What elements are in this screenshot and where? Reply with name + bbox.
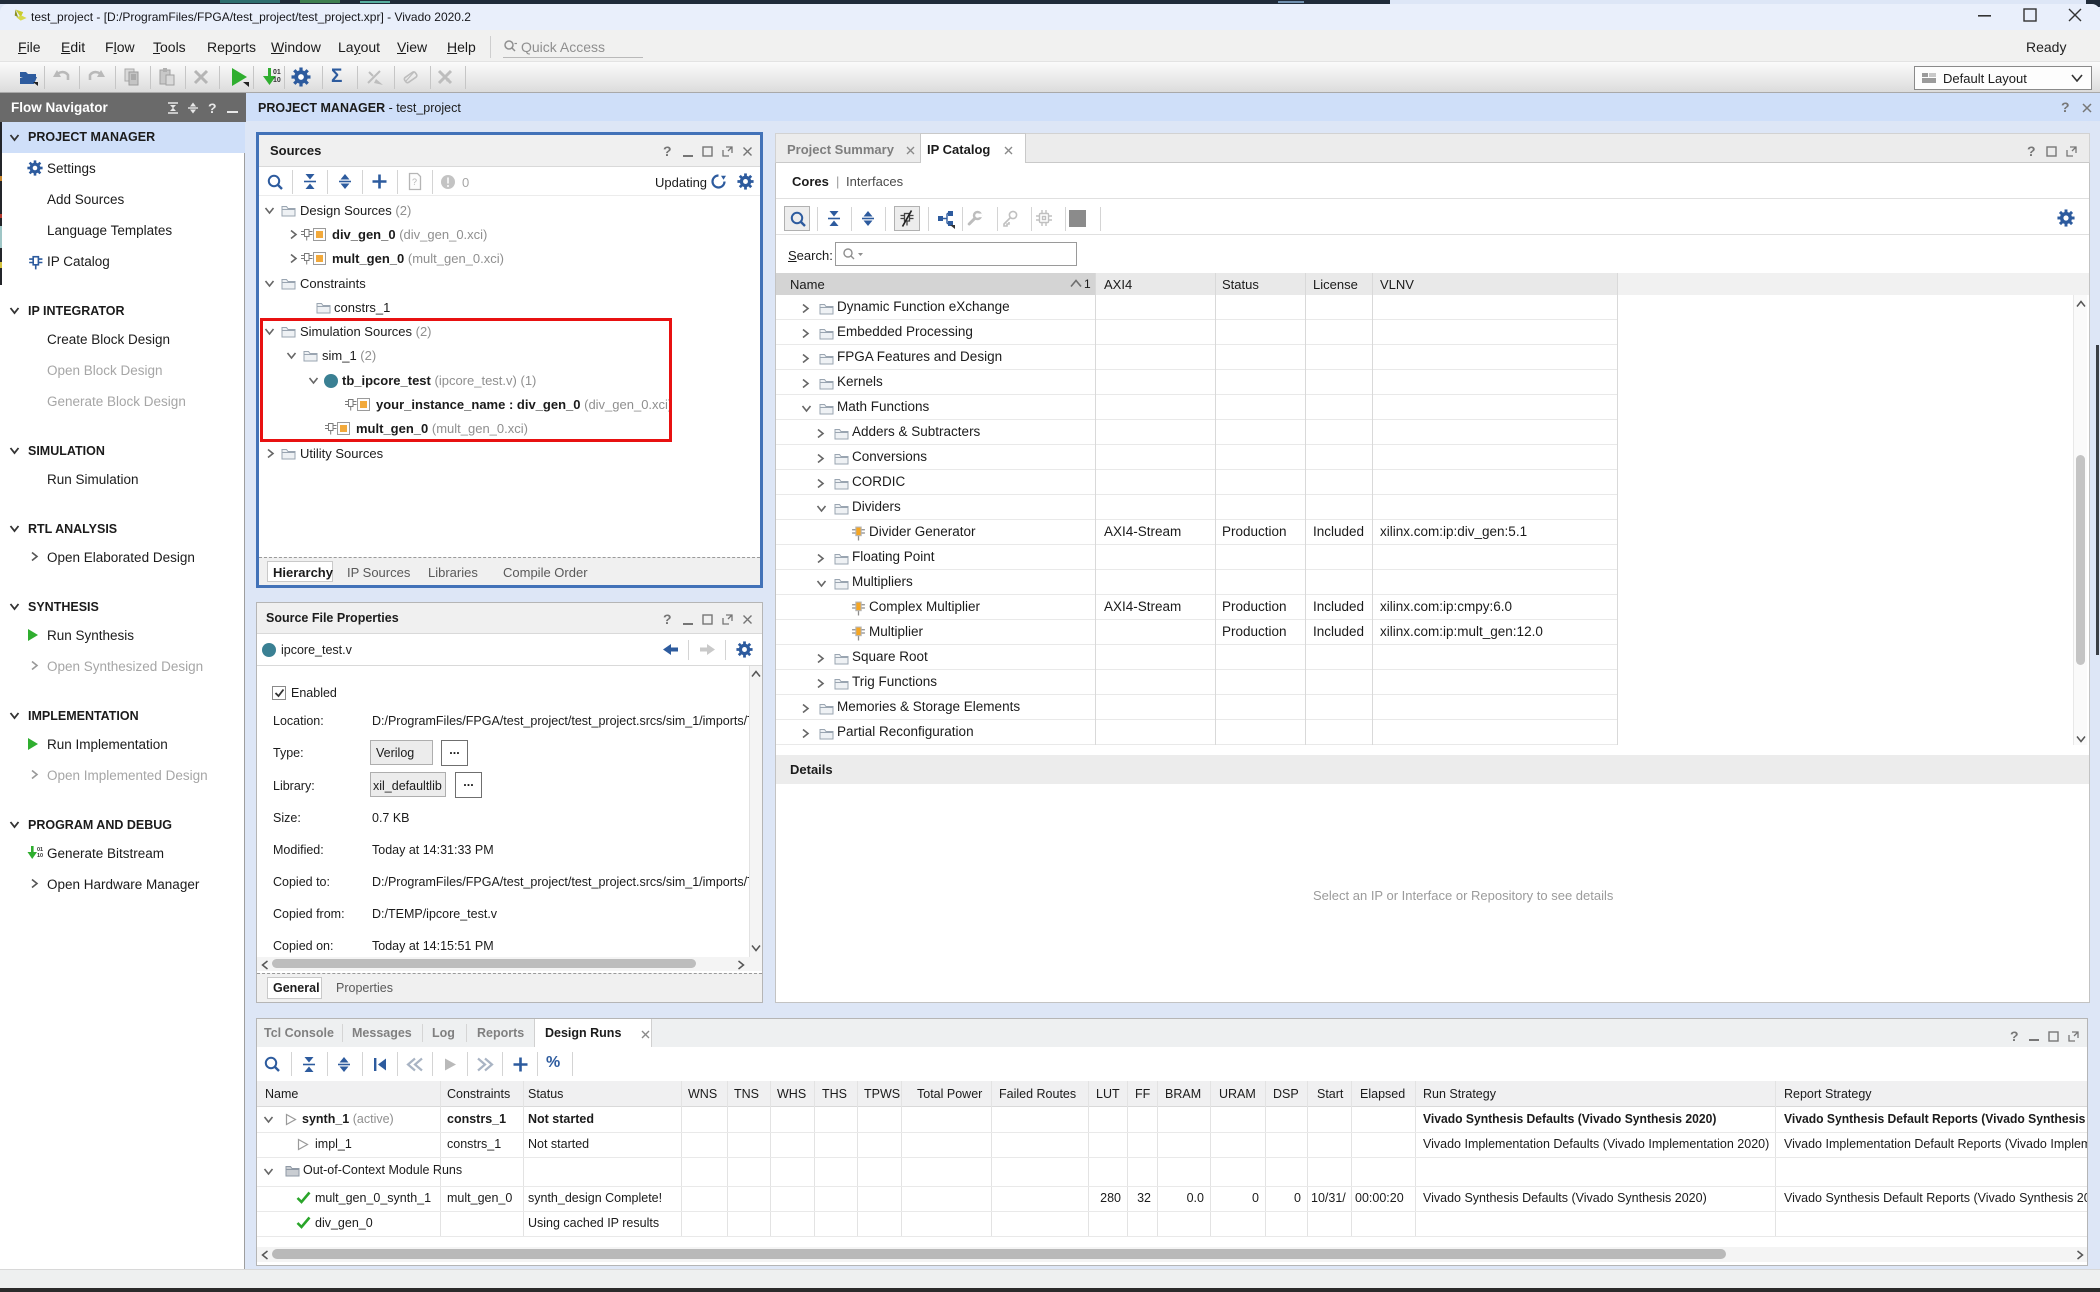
svg-text:10: 10 — [37, 853, 43, 859]
svg-text:10: 10 — [273, 77, 281, 84]
svg-text:?: ? — [412, 177, 417, 187]
svg-text:01: 01 — [273, 69, 281, 76]
